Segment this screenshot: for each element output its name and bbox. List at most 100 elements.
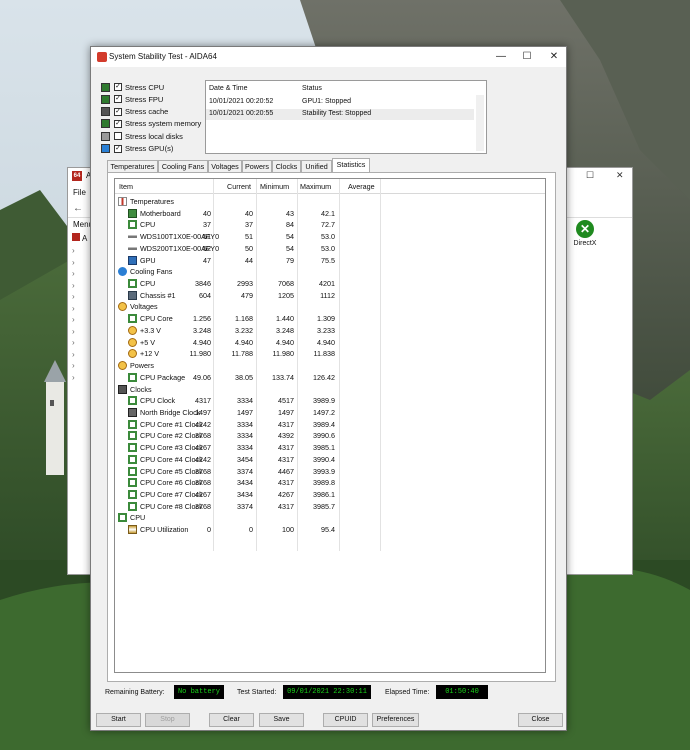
value-maximum: 4467	[278, 466, 294, 476]
tab-powers[interactable]: Powers	[242, 160, 272, 172]
stats-row[interactable]: GPU 47 44 79 75.5	[115, 255, 545, 267]
col-maximum[interactable]: Maximum	[300, 182, 331, 191]
directx-item[interactable]: ✕ DirectX	[571, 220, 599, 247]
tab-voltages[interactable]: Voltages	[208, 160, 242, 172]
tree-expander-icon[interactable]: ›	[72, 326, 92, 338]
stats-row[interactable]: WDS200T1X0E-00AFY0 52 50 54 53.0	[115, 243, 545, 255]
stats-row[interactable]: CPU Core #4 Clock 4242 3454 4317 3990.4	[115, 454, 545, 466]
stats-row[interactable]: +5 V 4.940 4.940 4.940 4.940	[115, 337, 545, 349]
stats-row[interactable]: WDS100T1X0E-00AFY0 51 51 54 53.0	[115, 231, 545, 243]
cpu-icon	[128, 372, 137, 382]
tab-temperatures[interactable]: Temperatures	[107, 160, 158, 172]
stats-row[interactable]: CPU Core #1 Clock 4242 3334 4317 3989.4	[115, 419, 545, 431]
stress-checkbox[interactable]: ✓	[114, 83, 122, 91]
stress-checkbox[interactable]: ✓	[114, 144, 122, 153]
tree-expander-icon[interactable]: ›	[72, 257, 92, 269]
elapsed-time-display: 01:50:40	[436, 685, 488, 699]
tab-unified[interactable]: Unified	[301, 160, 332, 172]
stress-checkbox[interactable]	[114, 132, 122, 141]
value-maximum: 4517	[278, 396, 294, 406]
stop-button[interactable]: Stop	[145, 713, 190, 727]
close-window-button[interactable]: ✕	[541, 49, 567, 65]
log-scrollbar[interactable]	[476, 95, 484, 151]
stats-row[interactable]: CPU Utilization 0 0 100 95.4	[115, 524, 545, 536]
stats-group-row[interactable]: Voltages	[115, 301, 545, 313]
tree-expander-icon[interactable]: ›	[72, 314, 92, 326]
value-average: 3989.8	[313, 478, 335, 488]
stress-option[interactable]: ✓ Stress cache	[101, 106, 168, 118]
col-current[interactable]: Current	[227, 182, 251, 191]
tree-expander-icon[interactable]: ›	[72, 360, 92, 372]
tree-expander-icon[interactable]: ›	[72, 372, 92, 384]
stats-row[interactable]: North Bridge Clock 1497 1497 1497 1497.2	[115, 407, 545, 419]
tree-expander-icon[interactable]: ›	[72, 245, 92, 257]
window-title: System Stability Test - AIDA64	[109, 52, 217, 61]
tree-expander-icon[interactable]: ›	[72, 303, 92, 315]
stats-group-row[interactable]: Clocks	[115, 384, 545, 396]
tab-statistics[interactable]: Statistics	[332, 158, 370, 173]
tree-expander-icon[interactable]: ›	[72, 337, 92, 349]
clear-button[interactable]: Clear	[209, 713, 254, 727]
stats-row[interactable]: CPU Core #8 Clock 3768 3374 4317 3985.7	[115, 501, 545, 513]
value-current: 1497	[195, 407, 211, 417]
value-minimum: 3434	[237, 478, 253, 488]
value-average: 3.233	[317, 325, 335, 335]
grid-header: Item Current Minimum Maximum Average	[115, 179, 545, 194]
cpuid-button[interactable]: CPUID	[323, 713, 368, 727]
tree-expander-icon[interactable]: ›	[72, 280, 92, 292]
back-arrow-icon[interactable]: ←	[73, 203, 83, 214]
stress-checkbox[interactable]: ✓	[114, 95, 122, 104]
stats-row[interactable]: CPU 37 37 84 72.7	[115, 219, 545, 231]
stats-group-row[interactable]: Powers	[115, 360, 545, 372]
stress-option[interactable]: ✓ Stress GPU(s)	[101, 143, 173, 155]
value-maximum: 54	[286, 232, 294, 242]
stats-row[interactable]: Chassis #1 604 479 1205 1112	[115, 290, 545, 302]
start-button[interactable]: Start	[96, 713, 141, 727]
tree-root[interactable]: A	[72, 233, 87, 243]
menu-file[interactable]: File	[73, 188, 86, 197]
stats-group-row[interactable]: CPU	[115, 512, 545, 524]
stats-row[interactable]: CPU Package 49.06 38.05 133.74 126.42	[115, 372, 545, 384]
minimize-button[interactable]: —	[488, 49, 514, 65]
stats-row[interactable]: CPU Clock 4317 3334 4517 3989.9	[115, 395, 545, 407]
stats-row[interactable]: CPU Core #7 Clock 4267 3434 4267 3986.1	[115, 489, 545, 501]
tab-cooling-fans[interactable]: Cooling Fans	[158, 160, 208, 172]
main-close-button[interactable]: ✕	[616, 170, 624, 181]
cpu-icon	[128, 443, 137, 453]
tab-clocks[interactable]: Clocks	[272, 160, 301, 172]
col-average[interactable]: Average	[348, 182, 375, 191]
tree-expanders[interactable]: › › › › › › › › › › › ›	[72, 245, 92, 383]
cpu-icon	[128, 490, 137, 499]
value-minimum: 1.168	[235, 314, 253, 324]
maximize-button[interactable]: ☐	[514, 49, 540, 65]
save-button[interactable]: Save	[259, 713, 304, 727]
stats-row[interactable]: CPU Core #3 Clock 4267 3334 4317 3985.1	[115, 442, 545, 454]
stress-option[interactable]: ✓ Stress system memory	[101, 118, 201, 130]
stats-row[interactable]: CPU 3846 2993 7068 4201	[115, 278, 545, 290]
stress-option-label: Stress local disks	[125, 131, 183, 141]
tree-expander-icon[interactable]: ›	[72, 268, 92, 280]
main-maximize-button[interactable]: ☐	[586, 170, 594, 181]
stress-checkbox[interactable]: ✓	[114, 119, 122, 128]
stats-group-row[interactable]: Cooling Fans	[115, 266, 545, 278]
col-minimum[interactable]: Minimum	[260, 182, 289, 191]
close-button[interactable]: Close	[518, 713, 563, 727]
power-icon	[118, 361, 127, 371]
stats-row[interactable]: Motherboard 40 40 43 42.1	[115, 208, 545, 220]
tree-expander-icon[interactable]: ›	[72, 349, 92, 361]
stats-row[interactable]: CPU Core #5 Clock 3768 3374 4467 3993.9	[115, 466, 545, 478]
stats-row[interactable]: +3.3 V 3.248 3.232 3.248 3.233	[115, 325, 545, 337]
col-item[interactable]: Item	[119, 182, 133, 191]
stats-row[interactable]: CPU Core #6 Clock 3768 3434 4317 3989.8	[115, 477, 545, 489]
stress-option[interactable]: ✓ Stress FPU	[101, 93, 163, 105]
stress-checkbox[interactable]: ✓	[114, 107, 122, 116]
stats-row[interactable]: CPU Core 1.256 1.168 1.440 1.309	[115, 313, 545, 325]
stress-option[interactable]: Stress local disks	[101, 130, 183, 142]
tree-expander-icon[interactable]: ›	[72, 291, 92, 303]
stress-option[interactable]: ✓ Stress CPU	[101, 81, 164, 93]
stats-group-row[interactable]: Temperatures	[115, 196, 545, 208]
value-current: 4.940	[193, 337, 211, 347]
stats-row[interactable]: CPU Core #2 Clock 3768 3334 4392 3990.6	[115, 430, 545, 442]
stats-row[interactable]: +12 V 11.980 11.788 11.980 11.838	[115, 348, 545, 360]
preferences-button[interactable]: Preferences	[372, 713, 419, 727]
